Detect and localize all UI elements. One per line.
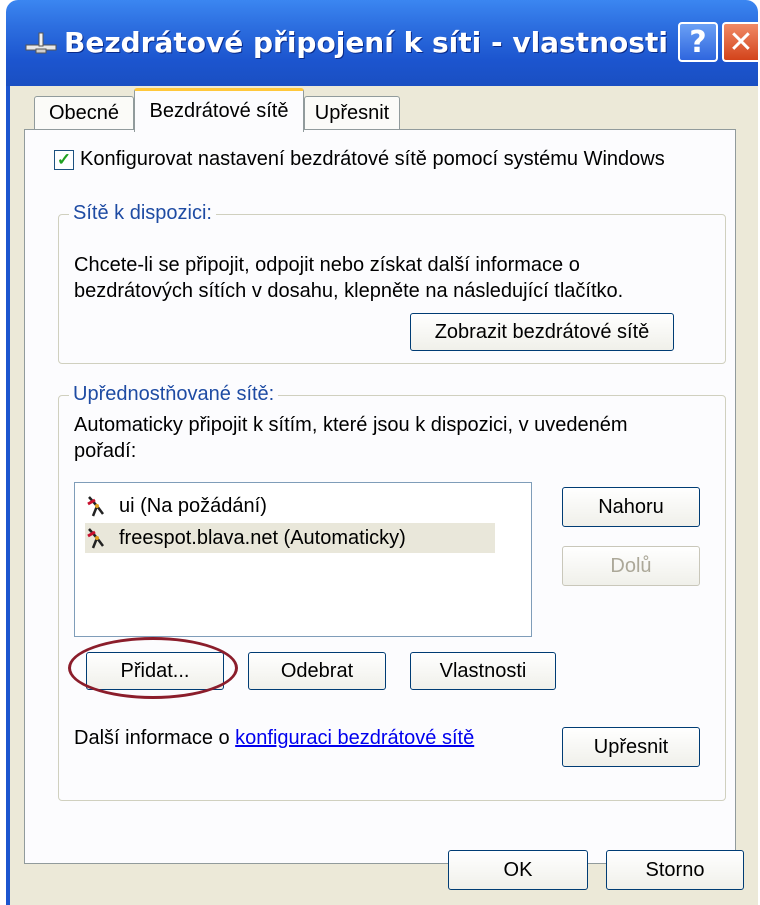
wireless-config-help-link[interactable]: konfiguraci bezdrátové sítě: [235, 727, 474, 749]
configure-windows-checkbox-row[interactable]: ✓ Konfigurovat nastavení bezdrátové sítě…: [54, 148, 665, 171]
wireless-network-icon: [87, 496, 104, 517]
wireless-network-icon: [87, 528, 104, 549]
tab-label: Obecné: [48, 102, 120, 124]
button-label: Nahoru: [598, 495, 664, 518]
more-info-text: Další informace o konfiguraci bezdrátové…: [74, 727, 474, 750]
advanced-button[interactable]: Upřesnit: [562, 727, 700, 767]
preferred-networks-title: Upřednostňované sítě:: [69, 383, 279, 406]
description-line: bezdrátových sítích v dosahu, klepněte n…: [74, 280, 624, 302]
network-name: freespot.blava.net (Automaticky): [119, 526, 406, 549]
show-wireless-networks-button[interactable]: Zobrazit bezdrátové sítě: [410, 313, 674, 351]
list-item[interactable]: ui (Na požádání): [85, 491, 267, 521]
preferred-networks-description: Automaticky připojit k sítím, které jsou…: [74, 412, 628, 464]
description-line: Automaticky připojit k sítím, které jsou…: [74, 414, 628, 436]
configure-windows-label: Konfigurovat nastavení bezdrátové sítě p…: [80, 148, 665, 170]
button-label: Odebrat: [280, 659, 354, 682]
title-bar[interactable]: Bezdrátové připojení k síti - vlastnosti…: [6, 0, 758, 86]
properties-window: Bezdrátové připojení k síti - vlastnosti…: [6, 0, 758, 905]
ok-button[interactable]: OK: [448, 850, 588, 890]
tab-label: Bezdrátové sítě: [149, 100, 289, 122]
help-icon: ?: [689, 24, 707, 60]
button-label: Vlastnosti: [439, 659, 527, 682]
configure-windows-checkbox[interactable]: ✓: [54, 149, 74, 170]
button-label: Upřesnit: [593, 735, 669, 758]
preferred-networks-list[interactable]: ui (Na požádání) freespot.blava.net (Aut…: [74, 482, 532, 637]
button-label: Dolů: [610, 554, 652, 577]
tab-general[interactable]: Obecné: [34, 96, 134, 130]
add-network-button[interactable]: Přidat...: [86, 652, 224, 690]
window-title: Bezdrátové připojení k síti - vlastnosti: [64, 26, 668, 59]
description-line: pořadí:: [74, 440, 137, 462]
available-networks-title: Sítě k dispozici:: [69, 202, 216, 225]
network-name: ui (Na požádání): [119, 494, 267, 517]
network-properties-button[interactable]: Vlastnosti: [410, 652, 556, 690]
remove-network-button[interactable]: Odebrat: [248, 652, 386, 690]
close-icon: ✕: [728, 24, 754, 60]
move-down-button[interactable]: Dolů: [562, 546, 700, 586]
network-connection-icon: [25, 32, 57, 54]
tab-wireless-networks[interactable]: Bezdrátové sítě: [134, 88, 304, 132]
close-button[interactable]: ✕: [722, 22, 758, 62]
button-label: Přidat...: [120, 659, 190, 682]
checkmark-icon: ✓: [56, 149, 72, 169]
cancel-button[interactable]: Storno: [606, 850, 744, 890]
list-item-selected[interactable]: freespot.blava.net (Automaticky): [85, 523, 495, 553]
tab-label: Upřesnit: [314, 102, 390, 124]
help-button[interactable]: ?: [678, 22, 718, 62]
button-label: OK: [503, 858, 533, 881]
description-line: Chcete-li se připojit, odpojit nebo získ…: [74, 254, 580, 276]
button-label: Storno: [645, 858, 705, 881]
move-up-button[interactable]: Nahoru: [562, 487, 700, 527]
info-prefix: Další informace o: [74, 727, 236, 749]
available-networks-description: Chcete-li se připojit, odpojit nebo získ…: [74, 252, 623, 304]
tab-advanced[interactable]: Upřesnit: [304, 96, 400, 130]
